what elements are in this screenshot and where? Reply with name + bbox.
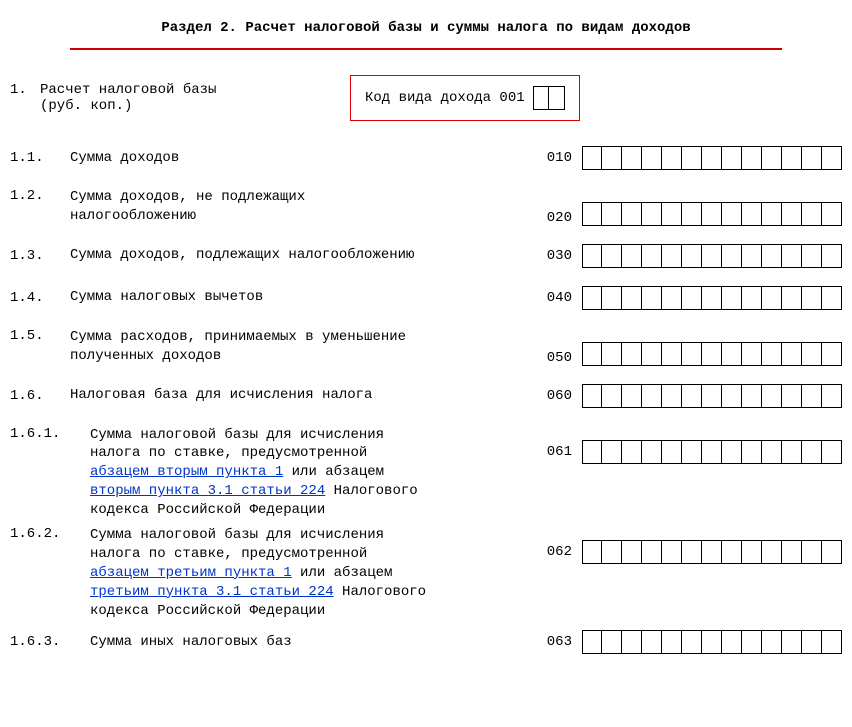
income-type-code-cells[interactable] — [533, 86, 565, 110]
row-code: 060 — [532, 388, 582, 404]
row-040: 1.4. Сумма налоговых вычетов 040 — [10, 286, 842, 310]
row-020: 1.2. Сумма доходов, не подлежащих налого… — [10, 188, 842, 226]
row-label: Сумма налоговой базы для исчисления нало… — [70, 426, 532, 520]
row-code: 030 — [532, 248, 582, 264]
input-cells-062[interactable] — [582, 540, 842, 564]
row-num: 1.4. — [10, 290, 70, 306]
row-code: 050 — [532, 350, 582, 366]
row-060: 1.6. Налоговая база для исчисления налог… — [10, 384, 842, 408]
section-title: Раздел 2. Расчет налоговой базы и суммы … — [70, 20, 782, 50]
income-type-code-box: Код вида дохода 001 — [350, 75, 580, 121]
input-cells-063[interactable] — [582, 630, 842, 654]
row-label: Налоговая база для исчисления налога — [70, 386, 532, 405]
row-label: Сумма иных налоговых баз — [70, 633, 532, 652]
header-label: Расчет налоговой базы(руб. коп.) — [40, 82, 216, 114]
row-062: 1.6.2. Сумма налоговой базы для исчислен… — [10, 526, 842, 620]
input-cells-020[interactable] — [582, 202, 842, 226]
row-code: 062 — [532, 526, 582, 560]
input-cells-010[interactable] — [582, 146, 842, 170]
income-type-code-label: Код вида дохода 001 — [365, 90, 525, 106]
row-label: Сумма доходов, не подлежащих налогооблож… — [70, 188, 532, 226]
link-abz2-p1[interactable]: абзацем вторым пункта 1 — [90, 464, 283, 480]
row-code: 063 — [532, 634, 582, 650]
link-abz2-p31-224[interactable]: вторым пункта 3.1 статьи 224 — [90, 483, 325, 499]
row-code: 040 — [532, 290, 582, 306]
row-label: Сумма расходов, принимаемых в уменьшение… — [70, 328, 532, 366]
row-label: Сумма налоговой базы для исчисления нало… — [70, 526, 532, 620]
row-code: 061 — [532, 426, 582, 460]
row-label: Сумма доходов — [70, 149, 532, 168]
row-num: 1.5. — [10, 328, 70, 344]
link-abz3-p31-224[interactable]: третьим пункта 3.1 статьи 224 — [90, 584, 334, 600]
row-num: 1.2. — [10, 188, 70, 204]
header-row: 1.Расчет налоговой базы(руб. коп.) Код в… — [10, 75, 842, 121]
row-num: 1.6.2. — [10, 526, 70, 542]
row-num: 1.1. — [10, 150, 70, 166]
row-050: 1.5. Сумма расходов, принимаемых в умень… — [10, 328, 842, 366]
input-cells-040[interactable] — [582, 286, 842, 310]
row-num: 1.3. — [10, 248, 70, 264]
link-abz3-p1[interactable]: абзацем третьим пункта 1 — [90, 565, 292, 581]
row-010: 1.1. Сумма доходов 010 — [10, 146, 842, 170]
header-num: 1. — [10, 82, 40, 98]
input-cells-060[interactable] — [582, 384, 842, 408]
row-063: 1.6.3. Сумма иных налоговых баз 063 — [10, 630, 842, 654]
input-cells-061[interactable] — [582, 440, 842, 464]
row-030: 1.3. Сумма доходов, подлежащих налогообл… — [10, 244, 842, 268]
row-061: 1.6.1. Сумма налоговой базы для исчислен… — [10, 426, 842, 520]
row-num: 1.6.3. — [10, 634, 70, 650]
row-num: 1.6. — [10, 388, 70, 404]
input-cells-030[interactable] — [582, 244, 842, 268]
row-code: 020 — [532, 210, 582, 226]
row-label: Сумма доходов, подлежащих налогообложени… — [70, 246, 532, 265]
row-num: 1.6.1. — [10, 426, 70, 442]
input-cells-050[interactable] — [582, 342, 842, 366]
row-label: Сумма налоговых вычетов — [70, 288, 532, 307]
row-code: 010 — [532, 150, 582, 166]
